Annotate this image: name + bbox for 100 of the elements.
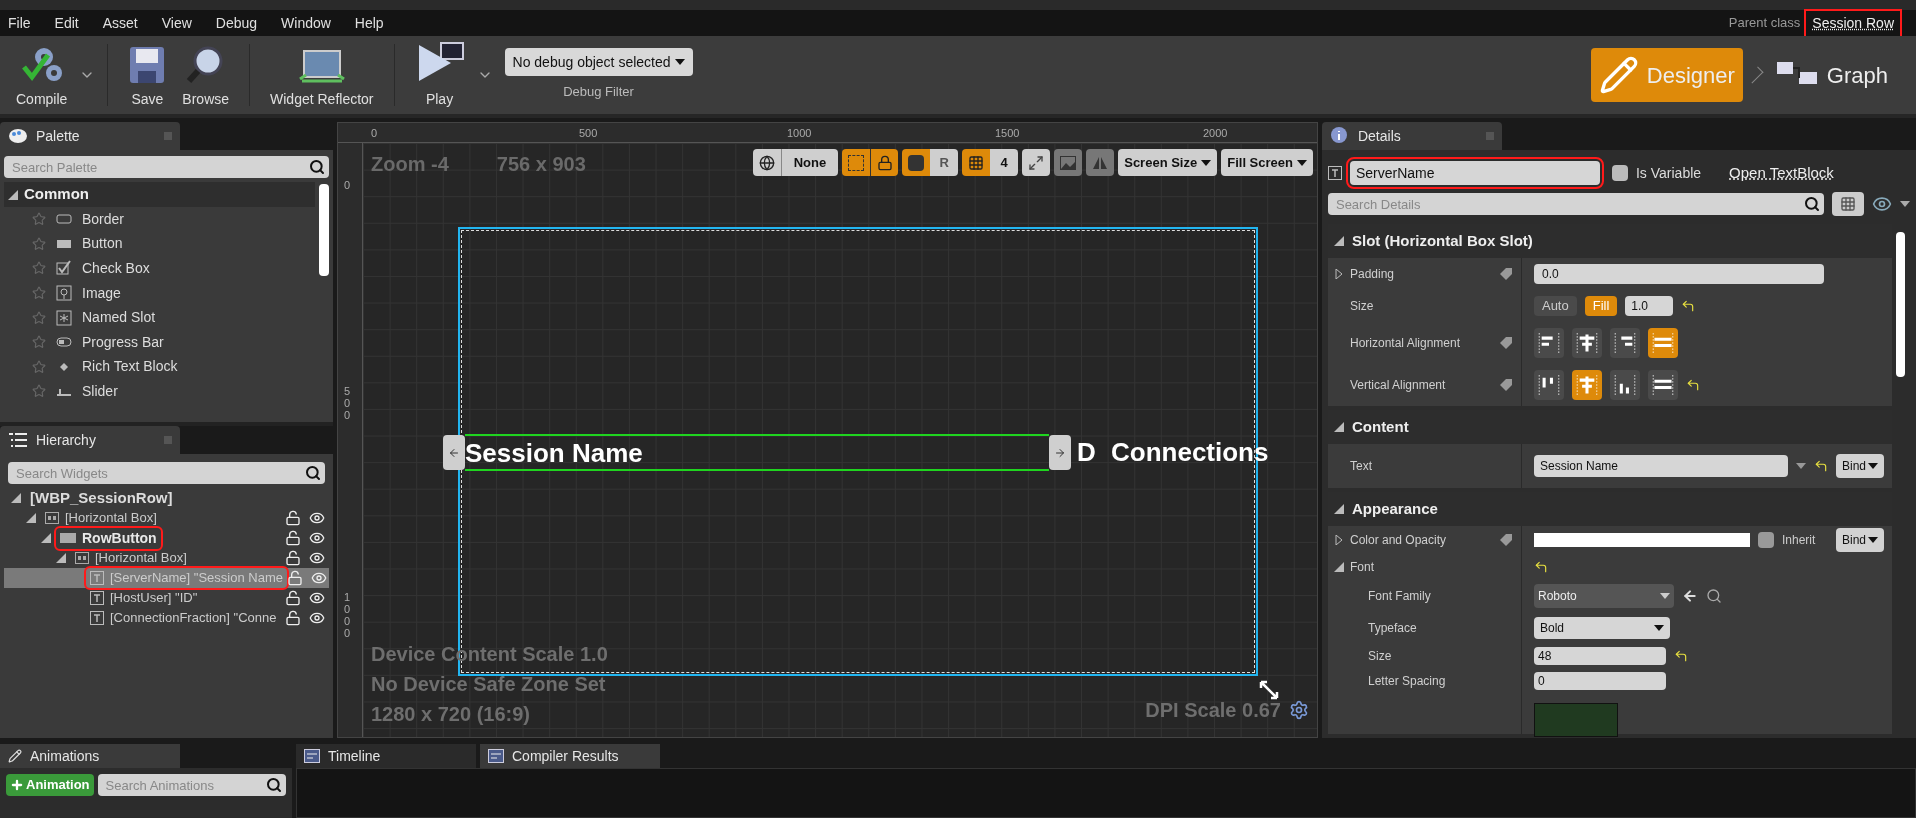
checkbox[interactable] — [1611, 165, 1628, 181]
expanded-arrow-icon[interactable] — [56, 553, 66, 563]
expanded-arrow-icon[interactable] — [1333, 562, 1344, 572]
hierarchy-item[interactable]: [Horizontal Box] — [4, 508, 329, 528]
reset-icon[interactable] — [1685, 378, 1700, 392]
favorite-star-icon[interactable] — [32, 286, 46, 301]
lock-icon[interactable] — [285, 610, 301, 626]
typeface-dropdown[interactable]: Bold — [1533, 617, 1670, 639]
expanded-arrow-icon[interactable] — [1333, 236, 1344, 246]
browse-search-icon[interactable] — [1705, 588, 1722, 604]
search-button[interactable] — [262, 774, 286, 796]
palette-item[interactable]: Border — [4, 207, 315, 232]
size-value-field[interactable]: 1.0 — [1625, 296, 1674, 316]
collapsed-arrow-icon[interactable] — [1333, 535, 1344, 545]
palette-item[interactable]: Named Slot — [4, 305, 315, 330]
toolbar-button[interactable]: Save — [120, 40, 175, 110]
screen-size-dropdown[interactable]: Screen Size — [1118, 149, 1218, 176]
expanded-arrow-icon[interactable] — [8, 189, 18, 200]
favorite-star-icon[interactable] — [32, 384, 46, 399]
scrollbar-thumb[interactable] — [319, 184, 329, 276]
reset-icon[interactable] — [1673, 649, 1688, 663]
size-rule-button[interactable]: Auto — [1533, 296, 1577, 316]
settings-icon[interactable] — [1288, 700, 1309, 720]
view-options-button[interactable] — [1832, 192, 1864, 216]
fit-button[interactable] — [1022, 149, 1051, 176]
menu-item[interactable]: Debug — [215, 12, 258, 34]
menu-item[interactable]: Window — [281, 12, 331, 34]
favorite-star-icon[interactable] — [32, 212, 46, 227]
toolbar-button[interactable]: Compile — [8, 40, 76, 110]
parent-class-link[interactable]: Session Row — [1806, 10, 1900, 36]
reset-icon[interactable] — [1813, 459, 1828, 473]
hierarchy-item[interactable]: [ConnectionFraction] "Conne — [4, 608, 329, 628]
bind-button[interactable]: Bind — [1835, 454, 1884, 478]
visibility-eye-icon[interactable] — [309, 610, 325, 626]
font-preview-swatch[interactable] — [1533, 703, 1618, 737]
alignment-button[interactable] — [1533, 328, 1564, 358]
alignment-button[interactable] — [1533, 370, 1564, 400]
checkbox[interactable] — [1757, 532, 1774, 548]
grid-size-dropdown[interactable]: 4 — [990, 149, 1019, 176]
expanded-arrow-icon[interactable] — [41, 533, 51, 543]
panel-tab[interactable]: Timeline — [296, 744, 476, 768]
visibility-eye-icon[interactable] — [309, 510, 325, 526]
localization-dropdown[interactable]: None — [780, 149, 839, 176]
palette-item[interactable]: Progress Bar — [4, 329, 315, 355]
palette-item[interactable]: Button — [4, 231, 315, 257]
lock-icon[interactable] — [285, 530, 301, 546]
mode-tab[interactable]: Graph — [1766, 48, 1896, 102]
visibility-eye-icon[interactable] — [1872, 194, 1892, 214]
menu-item[interactable]: Edit — [54, 12, 79, 34]
alignment-button[interactable] — [1609, 370, 1640, 400]
collapsed-arrow-icon[interactable] — [1333, 269, 1344, 279]
toolbar-button[interactable]: Widget Reflector — [262, 40, 382, 110]
fill-screen-dropdown[interactable]: Fill Screen — [1221, 149, 1313, 176]
outline-toggle-button[interactable] — [842, 149, 871, 176]
favorite-star-icon[interactable] — [32, 335, 46, 350]
scrollbar-thumb[interactable] — [1896, 232, 1905, 377]
palette-item[interactable]: Check Box — [4, 256, 315, 281]
padding-field[interactable]: 0.0 — [1533, 264, 1824, 284]
menu-item[interactable]: View — [161, 12, 192, 34]
search-field[interactable]: Search Widgets — [8, 462, 301, 484]
alignment-button[interactable] — [1571, 370, 1602, 400]
palette-item[interactable]: Rich Text Block — [4, 354, 315, 380]
font-size-field[interactable]: 48 — [1533, 647, 1666, 665]
category-header[interactable]: Common — [4, 182, 315, 207]
globe-button[interactable] — [752, 149, 781, 176]
palette-item[interactable]: Image — [4, 280, 315, 306]
bind-button[interactable]: Bind — [1835, 528, 1884, 552]
search-button[interactable] — [305, 156, 329, 178]
favorite-star-icon[interactable] — [32, 236, 46, 251]
panel-tab[interactable]: Palette — [0, 122, 180, 150]
hierarchy-item[interactable]: RowButton — [4, 528, 329, 548]
layout-toggle-button[interactable] — [902, 149, 931, 176]
favorite-star-icon[interactable] — [32, 310, 46, 325]
font-family-dropdown[interactable]: Roboto — [1533, 584, 1674, 608]
use-selected-arrow-icon[interactable] — [1681, 588, 1698, 604]
menu-item[interactable]: Asset — [102, 12, 138, 34]
visibility-eye-icon[interactable] — [309, 590, 325, 606]
panel-tab[interactable]: Hierarchy — [0, 426, 180, 454]
hierarchy-item[interactable]: [WBP_SessionRow] — [4, 488, 329, 508]
open-textblock-link[interactable]: Open TextBlock — [1729, 161, 1834, 185]
alignment-button[interactable] — [1647, 370, 1678, 400]
debug-object-dropdown[interactable]: No debug object selected — [504, 48, 693, 77]
expanded-arrow-icon[interactable] — [11, 493, 21, 503]
color-swatch[interactable] — [1533, 533, 1750, 547]
grid-snap-button[interactable] — [962, 149, 991, 176]
palette-item[interactable]: Slider — [4, 379, 315, 404]
alignment-button[interactable] — [1609, 328, 1640, 358]
lock-button[interactable] — [870, 149, 899, 176]
favorite-star-icon[interactable] — [32, 359, 46, 374]
hierarchy-item[interactable]: [HostUser] "ID" — [4, 588, 329, 608]
visibility-eye-icon[interactable] — [309, 530, 325, 546]
r-toggle-button[interactable]: R — [930, 149, 959, 176]
hierarchy-item[interactable]: [Horizontal Box] — [4, 548, 329, 568]
lock-icon[interactable] — [285, 510, 301, 526]
alignment-button[interactable] — [1571, 328, 1602, 358]
expanded-arrow-icon[interactable] — [1333, 422, 1344, 432]
background-button[interactable] — [1054, 149, 1083, 176]
search-button[interactable] — [1800, 193, 1824, 215]
flip-button[interactable] — [1086, 149, 1115, 176]
left-resize-handle[interactable] — [443, 435, 465, 470]
